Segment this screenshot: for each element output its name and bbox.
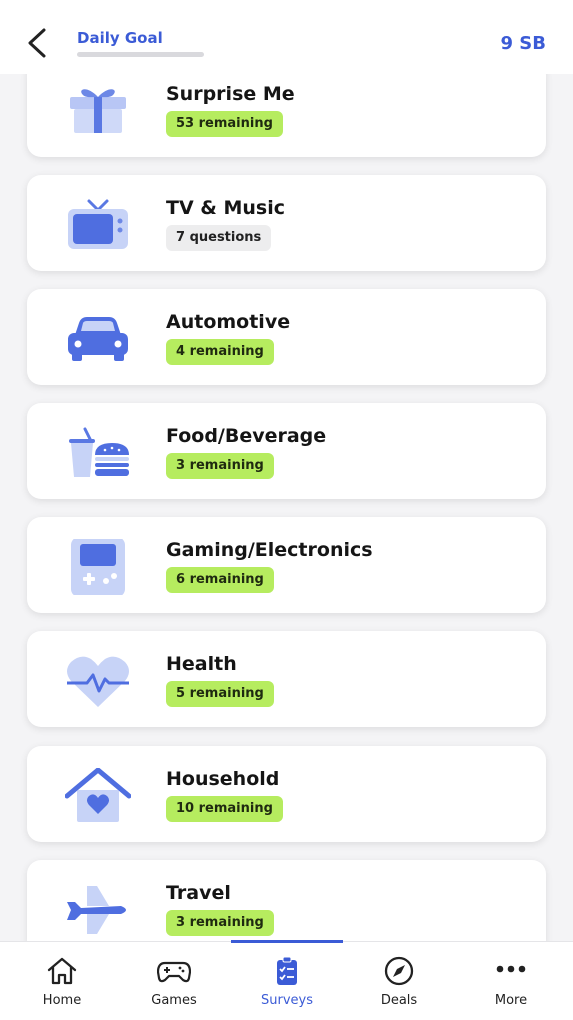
questions-badge: 7 questions <box>166 225 272 251</box>
category-card-gaming-electronics[interactable]: Gaming/Electronics 6 remaining <box>27 517 546 613</box>
category-card-food-beverage[interactable]: Food/Beverage 3 remaining <box>27 403 546 499</box>
category-title: Gaming/Electronics <box>166 539 373 561</box>
category-title: Health <box>166 653 237 675</box>
category-title: Surprise Me <box>166 83 295 105</box>
nav-label: Surveys <box>261 993 313 1008</box>
nav-home[interactable]: Home <box>5 942 119 1020</box>
category-card-surprise-me[interactable]: Surprise Me 53 remaining <box>27 61 546 157</box>
remaining-badge: 10 remaining <box>166 796 283 822</box>
category-title: Automotive <box>166 311 291 333</box>
gift-icon <box>70 89 126 133</box>
car-icon <box>68 317 128 361</box>
heart-pulse-icon <box>67 656 129 707</box>
sb-balance[interactable]: 9 SB <box>501 33 546 54</box>
remaining-badge: 4 remaining <box>166 339 274 365</box>
category-card-health[interactable]: Health 5 remaining <box>27 631 546 727</box>
airplane-icon <box>67 886 126 934</box>
category-card-tv-music[interactable]: TV & Music 7 questions <box>27 175 546 271</box>
remaining-badge: 3 remaining <box>166 910 274 936</box>
daily-goal-label[interactable]: Daily Goal <box>77 29 163 47</box>
category-card-automotive[interactable]: Automotive 4 remaining <box>27 289 546 385</box>
nav-label: Deals <box>380 993 418 1008</box>
remaining-badge: 53 remaining <box>166 111 283 137</box>
nav-games[interactable]: Games <box>117 942 231 1020</box>
gamepad-icon <box>157 961 191 983</box>
clipboard-check-icon <box>277 956 297 985</box>
nav-more[interactable]: More <box>454 942 568 1020</box>
tv-icon <box>68 199 128 249</box>
category-title: Food/Beverage <box>166 425 327 447</box>
house-heart-icon <box>65 768 131 822</box>
nav-label: Home <box>42 993 82 1008</box>
nav-label: More <box>494 993 528 1008</box>
category-title: TV & Music <box>166 197 285 219</box>
remaining-badge: 6 remaining <box>166 567 274 593</box>
category-title: Travel <box>166 882 231 904</box>
remaining-badge: 3 remaining <box>166 453 274 479</box>
bottom-nav: Home Games Surveys Deals More <box>0 940 573 1020</box>
gameboy-icon <box>71 539 125 595</box>
remaining-badge: 5 remaining <box>166 681 274 707</box>
nav-deals[interactable]: Deals <box>342 942 456 1020</box>
nav-surveys[interactable]: Surveys <box>230 942 344 1020</box>
category-title: Household <box>166 768 280 790</box>
nav-label: Games <box>151 993 197 1008</box>
compass-icon <box>384 956 414 986</box>
more-dots-icon <box>496 965 526 973</box>
back-arrow-icon[interactable] <box>22 24 56 62</box>
daily-goal-progress-bar <box>77 52 204 57</box>
category-card-household[interactable]: Household 10 remaining <box>27 746 546 842</box>
food-icon <box>69 427 129 477</box>
home-icon <box>47 957 77 985</box>
top-header: Daily Goal 9 SB <box>0 0 573 74</box>
